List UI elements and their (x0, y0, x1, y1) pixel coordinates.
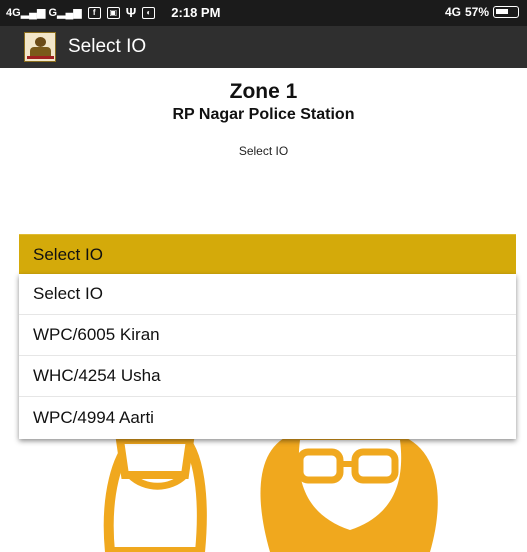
io-dropdown-list: Select IO WPC/6005 Kiran WHC/4254 Usha W… (19, 274, 516, 439)
battery-percent: 57% (464, 5, 489, 19)
image-icon: ▣ (106, 6, 120, 19)
network-label-1: 4G (6, 7, 21, 19)
signal-strength-icon: 4G▂▄▆ G▂▄▆ (6, 7, 82, 19)
app-toolbar: Select IO (0, 26, 527, 68)
dropdown-option-kiran[interactable]: WPC/6005 Kiran (19, 315, 516, 356)
status-bar: 4G▂▄▆ G▂▄▆ f ▣ Ψ ◐ 2:18 PM 4G 57% (0, 0, 527, 26)
screen: 4G▂▄▆ G▂▄▆ f ▣ Ψ ◐ 2:18 PM 4G 57% Select… (0, 0, 527, 552)
police-logo-icon (24, 32, 56, 62)
io-spinner[interactable]: Select IO (19, 234, 516, 274)
usb-icon: Ψ (125, 5, 137, 20)
dropdown-option-aarti[interactable]: WPC/4994 Aarti (19, 397, 516, 439)
zone-title: Zone 1 (229, 80, 298, 103)
toolbar-title: Select IO (68, 36, 147, 57)
station-title: RP Nagar Police Station (172, 106, 355, 123)
status-right: 4G 57% (445, 5, 519, 19)
network-label-2: G (48, 7, 58, 19)
left-figure-illustration (103, 430, 207, 552)
status-left: 4G▂▄▆ G▂▄▆ f ▣ Ψ ◐ 2:18 PM (6, 5, 220, 20)
status-time: 2:18 PM (171, 5, 221, 20)
select-io-label: Select IO (238, 144, 289, 158)
network-type: 4G (444, 5, 461, 19)
right-figure-illustration (260, 435, 438, 552)
dropdown-option-select-io[interactable]: Select IO (19, 274, 516, 315)
battery-icon (493, 6, 519, 18)
facebook-icon: f (87, 6, 101, 19)
notification-icon: ◐ (142, 6, 156, 19)
dropdown-option-usha[interactable]: WHC/4254 Usha (19, 356, 516, 397)
